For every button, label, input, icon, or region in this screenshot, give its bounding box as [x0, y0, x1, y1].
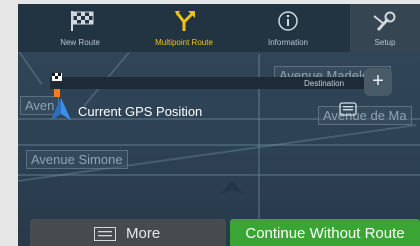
- continue-without-route-button[interactable]: Continue Without Route: [230, 219, 420, 246]
- plus-icon: +: [372, 70, 384, 92]
- multipoint-route-label: Multipoint Route: [155, 38, 213, 47]
- new-route-label: New Route: [60, 38, 100, 47]
- setup-label: Setup: [374, 38, 396, 47]
- information-button[interactable]: Information: [242, 4, 334, 52]
- list-icon: [94, 227, 116, 241]
- multipoint-route-icon: [175, 11, 195, 31]
- current-gps-position-label: Current GPS Position: [78, 104, 203, 119]
- checkered-flag-icon: [71, 11, 94, 31]
- setup-button[interactable]: Setup: [350, 4, 420, 52]
- message-icon[interactable]: [339, 102, 357, 116]
- navigation-screen: Avenue Madeleine Avenue de Ma Avenue Sim…: [18, 4, 420, 246]
- device-frame: Avenue Madeleine Avenue de Ma Avenue Sim…: [0, 0, 420, 246]
- gps-arrow-icon: [51, 98, 71, 120]
- street-label: Avenue Simone: [26, 150, 128, 169]
- new-route-button[interactable]: New Route: [34, 4, 126, 52]
- more-label: More: [126, 225, 161, 242]
- top-toolbar: New Route Multipoint Route Information S…: [18, 4, 420, 52]
- wrench-icon: [373, 11, 396, 32]
- start-flag-icon: [52, 73, 62, 81]
- info-icon: [278, 11, 298, 31]
- map-position-arrow-icon: [221, 180, 243, 194]
- continue-without-route-label: Continue Without Route: [245, 225, 405, 242]
- information-label: Information: [267, 38, 309, 47]
- multipoint-route-button[interactable]: Multipoint Route: [138, 4, 230, 52]
- destination-label: Destination: [304, 79, 345, 88]
- more-button[interactable]: More: [30, 219, 226, 246]
